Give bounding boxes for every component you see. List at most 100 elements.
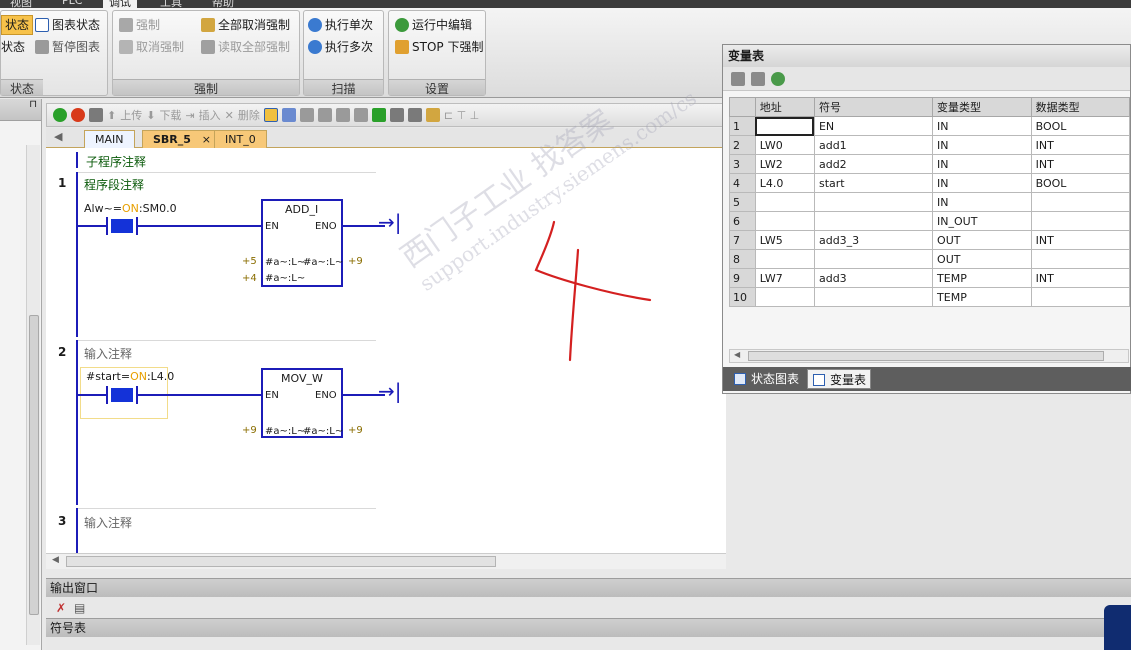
upload-button[interactable]: 上传 bbox=[120, 107, 142, 123]
delete-button[interactable]: 删除 bbox=[238, 107, 260, 123]
cell-symbol[interactable]: add3 bbox=[813, 268, 934, 288]
force-button[interactable]: 强制 bbox=[119, 15, 160, 35]
table-row[interactable]: 2 LW0 add1 IN INT bbox=[729, 135, 1131, 155]
table-row[interactable]: 6 IN_OUT bbox=[729, 211, 1131, 231]
cell-address[interactable] bbox=[754, 116, 815, 136]
stop-icon[interactable] bbox=[71, 108, 85, 122]
cell-address[interactable]: L4.0 bbox=[754, 173, 815, 193]
cell-address[interactable]: LW5 bbox=[754, 230, 815, 250]
cell-var-type[interactable]: IN bbox=[932, 116, 1032, 136]
cell-var-type[interactable]: IN bbox=[932, 192, 1032, 212]
single-scan-button[interactable]: 执行单次 bbox=[308, 15, 373, 35]
cell-var-type[interactable]: IN bbox=[932, 154, 1032, 174]
cell-address[interactable]: LW7 bbox=[754, 268, 815, 288]
unforce-all-button[interactable]: 全部取消强制 bbox=[201, 15, 290, 35]
subroutine-comment[interactable]: 子程序注释 bbox=[86, 153, 146, 170]
cell-symbol[interactable]: add1 bbox=[813, 135, 934, 155]
cell-symbol[interactable] bbox=[813, 287, 934, 307]
force-toolbar-icon[interactable] bbox=[425, 108, 440, 122]
goto-icon[interactable] bbox=[371, 108, 386, 122]
col-symbol[interactable]: 符号 bbox=[813, 97, 934, 117]
contact-icon[interactable] bbox=[299, 108, 314, 122]
network-comment[interactable]: 输入注释 bbox=[84, 345, 132, 362]
ladder-editor[interactable]: 子程序注释 1 程序段注释 Alw~=ON:SM0.0 ADD_I EN ENO… bbox=[46, 148, 726, 553]
cell-var-type[interactable]: OUT bbox=[932, 249, 1032, 269]
run-edit-button[interactable]: 运行中编辑 bbox=[395, 15, 472, 35]
tab-sbr5[interactable]: SBR_5 × bbox=[142, 130, 218, 148]
left-scrollbar[interactable] bbox=[26, 145, 40, 645]
copy-icon[interactable]: ▤ bbox=[74, 601, 85, 615]
editor-hscrollbar[interactable]: ◀ bbox=[46, 553, 726, 569]
tab-variable-table[interactable]: 变量表 bbox=[807, 369, 872, 389]
cell-data-type[interactable] bbox=[1030, 211, 1131, 231]
table-row[interactable]: 5 IN bbox=[729, 192, 1131, 212]
trend-icon[interactable] bbox=[281, 108, 296, 122]
insert-button[interactable]: 插入 bbox=[199, 107, 221, 123]
cell-data-type[interactable]: INT bbox=[1030, 154, 1131, 174]
table-row[interactable]: 1 EN IN BOOL bbox=[729, 116, 1131, 136]
table-row[interactable]: 9 LW7 add3 TEMP INT bbox=[729, 268, 1131, 288]
lock-toolbar-icon[interactable] bbox=[389, 108, 404, 122]
table-row[interactable]: 10 TEMP bbox=[729, 287, 1131, 307]
table-row[interactable]: 8 OUT bbox=[729, 249, 1131, 269]
cell-var-type[interactable]: TEMP bbox=[932, 268, 1032, 288]
col-data-type[interactable]: 数据类型 bbox=[1030, 97, 1131, 117]
cell-data-type[interactable] bbox=[1030, 192, 1131, 212]
cell-symbol[interactable] bbox=[813, 249, 934, 269]
cell-symbol[interactable] bbox=[813, 192, 934, 212]
insert-icon[interactable]: ⇥ bbox=[185, 109, 194, 122]
tab-scroll-left-icon[interactable]: ◀ bbox=[54, 130, 62, 143]
cell-symbol[interactable]: add2 bbox=[813, 154, 934, 174]
variable-table-hscroll-thumb[interactable] bbox=[748, 351, 1104, 361]
cell-data-type[interactable]: INT bbox=[1030, 268, 1131, 288]
cell-address[interactable] bbox=[754, 249, 815, 269]
cell-address[interactable] bbox=[754, 192, 815, 212]
box-icon[interactable] bbox=[335, 108, 350, 122]
cell-address[interactable]: LW2 bbox=[754, 154, 815, 174]
cell-data-type[interactable]: BOOL bbox=[1030, 173, 1131, 193]
chart-status-button[interactable]: 图表状态 bbox=[35, 15, 100, 35]
read-all-forced-button[interactable]: 读取全部强制 bbox=[201, 37, 290, 57]
contact-label[interactable]: Alw~=ON:SM0.0 bbox=[84, 202, 177, 215]
unforce-button[interactable]: 取消强制 bbox=[119, 37, 184, 57]
table-row[interactable]: 7 LW5 add3_3 OUT INT bbox=[729, 230, 1131, 250]
cell-symbol[interactable]: EN bbox=[813, 116, 934, 136]
insert-row-icon[interactable] bbox=[731, 71, 745, 86]
tab-main[interactable]: MAIN bbox=[84, 130, 135, 148]
upload-icon[interactable]: ⬆ bbox=[107, 109, 116, 122]
download-icon[interactable]: ⬇ bbox=[146, 109, 155, 122]
unlock-toolbar-icon[interactable] bbox=[407, 108, 422, 122]
contact-on[interactable] bbox=[111, 219, 133, 233]
contact-on[interactable] bbox=[111, 388, 133, 402]
clear-icon[interactable]: ✗ bbox=[56, 601, 66, 615]
menu-tab-tools[interactable]: 工具 bbox=[160, 0, 182, 9]
tab-status-chart[interactable]: 状态图表 bbox=[729, 369, 803, 389]
table-row[interactable]: 4 L4.0 start IN BOOL bbox=[729, 173, 1131, 193]
cell-var-type[interactable]: IN bbox=[932, 173, 1032, 193]
cell-data-type[interactable]: INT bbox=[1030, 135, 1131, 155]
download-button[interactable]: 下载 bbox=[159, 107, 181, 123]
stop-force-button[interactable]: STOP 下强制 bbox=[395, 37, 483, 57]
multi-scan-button[interactable]: 执行多次 bbox=[308, 37, 373, 57]
compile-icon[interactable] bbox=[89, 108, 103, 122]
cell-symbol[interactable]: add3_3 bbox=[813, 230, 934, 250]
scroll-left-icon[interactable]: ◀ bbox=[52, 555, 59, 565]
cell-data-type[interactable] bbox=[1030, 249, 1131, 269]
cell-var-type[interactable]: IN bbox=[932, 135, 1032, 155]
tab-int0[interactable]: INT_0 bbox=[214, 130, 267, 148]
close-tab-icon[interactable]: × bbox=[202, 131, 211, 149]
cell-data-type[interactable]: INT bbox=[1030, 230, 1131, 250]
network-comment[interactable]: 程序段注释 bbox=[84, 176, 144, 193]
add-i-box[interactable]: ADD_I EN ENO #a~:L~ #a~:L~ #a~:L~ bbox=[261, 199, 343, 287]
scroll-left-icon[interactable]: ◀ bbox=[734, 350, 740, 359]
table-row[interactable]: 3 LW2 add2 IN INT bbox=[729, 154, 1131, 174]
run-icon[interactable] bbox=[53, 108, 67, 122]
menu-tab-plc[interactable]: PLC bbox=[62, 0, 82, 8]
pause-chart-button[interactable]: 暂停图表 bbox=[35, 37, 100, 57]
pin-icon[interactable]: ⊓ bbox=[0, 99, 41, 121]
cell-address[interactable]: LW0 bbox=[754, 135, 815, 155]
cell-address[interactable] bbox=[754, 287, 815, 307]
menu-tab-help[interactable]: 帮助 bbox=[212, 0, 234, 9]
menu-tab-debug[interactable]: 调试 bbox=[103, 0, 137, 9]
status-button-2[interactable]: 状态 bbox=[1, 37, 25, 57]
